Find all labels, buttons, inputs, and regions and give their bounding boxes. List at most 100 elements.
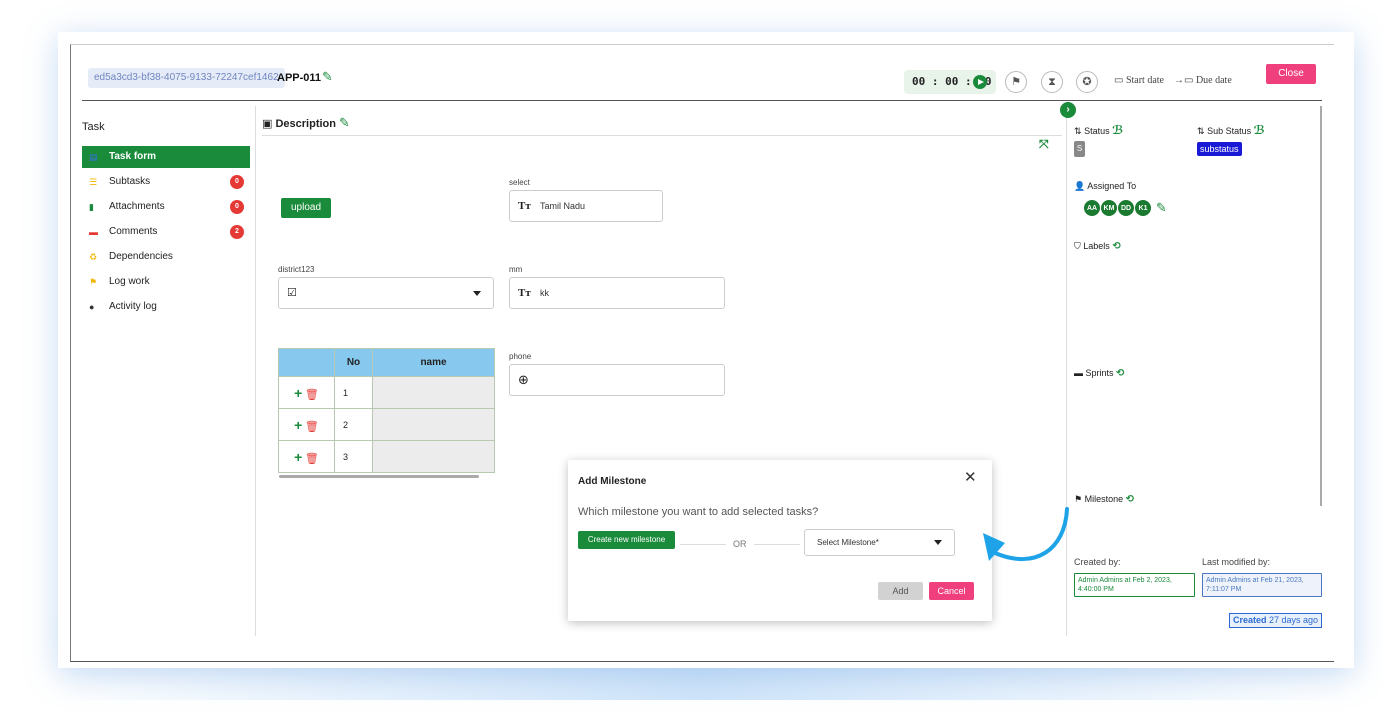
avatar[interactable]: KM: [1100, 199, 1118, 217]
close-button[interactable]: Close: [1266, 64, 1316, 84]
description-divider: [262, 135, 1062, 136]
delete-row-icon[interactable]: 🗑: [305, 389, 319, 401]
comments-count-badge: 2: [230, 225, 244, 239]
sidebar-item-activity-log[interactable]: ● Activity log: [82, 296, 250, 318]
flag-icon: ⚑: [89, 277, 98, 287]
status-label: Status: [1084, 126, 1110, 136]
comment-icon: ▬: [89, 227, 98, 237]
phone-plus-icon: ⊕: [518, 372, 529, 387]
add-row-icon[interactable]: +: [294, 449, 302, 465]
start-date-button[interactable]: ▭ Start date: [1114, 75, 1164, 86]
avatar[interactable]: DD: [1117, 199, 1135, 217]
callout-arrow-icon: [983, 507, 1069, 561]
grid-horizontal-scrollbar[interactable]: [279, 475, 479, 478]
row-name-cell[interactable]: [372, 376, 495, 409]
attachments-count-badge: 0: [230, 200, 244, 214]
hourglass-icon[interactable]: ⧗: [1041, 71, 1063, 93]
grid-header-no: No: [334, 348, 373, 377]
add-row-icon[interactable]: +: [294, 385, 302, 401]
milestone-heading: ⚑ Milestone ⟲: [1074, 494, 1134, 505]
sidebar-item-label: Task form: [109, 151, 157, 162]
delete-row-icon[interactable]: 🗑: [305, 453, 319, 465]
sidebar-item-attachments[interactable]: ▮ Attachments 0: [82, 196, 250, 218]
phone-field[interactable]: ⊕: [509, 364, 725, 396]
close-icon[interactable]: ✕: [964, 468, 977, 486]
description-label: Description: [275, 118, 336, 130]
subtasks-count-badge: 0: [230, 175, 244, 189]
sub-status-badge[interactable]: substatus: [1197, 142, 1242, 156]
milestone-select[interactable]: Select Milestone*: [804, 529, 955, 556]
user-check-icon: 👤: [1074, 181, 1086, 191]
description-heading[interactable]: ▣ Description ✎: [262, 115, 350, 131]
edit-sub-status-icon[interactable]: ℬ: [1254, 123, 1265, 137]
date-arrow: →: [1174, 75, 1184, 86]
add-milestone-modal: Add Milestone ✕ Which milestone you want…: [568, 460, 992, 621]
mm-text-field[interactable]: Tт kk: [509, 277, 725, 309]
created-by-value: Admin Admins at Feb 2, 2023, 4:40:00 PM: [1074, 573, 1195, 597]
flag-settings-icon[interactable]: ⚑: [1005, 71, 1027, 93]
created-ago-value: 27 days ago: [1266, 615, 1319, 625]
upload-button[interactable]: upload: [281, 198, 331, 218]
checklist-icon: ☑: [287, 287, 297, 299]
row-actions: + 🗑: [278, 376, 335, 409]
sidebar-item-label: Attachments: [109, 201, 165, 212]
add-button[interactable]: Add: [878, 582, 923, 600]
calendar-icon: ▭: [1184, 75, 1194, 86]
sidebar-item-comments[interactable]: ▬ Comments 2: [82, 221, 250, 243]
task-code: APP-011: [277, 72, 322, 84]
edit-pencil-icon[interactable]: ✎: [339, 115, 350, 130]
edit-assignees-icon[interactable]: ✎: [1156, 200, 1167, 216]
delete-row-icon[interactable]: 🗑: [305, 421, 319, 433]
due-date-button[interactable]: ▭ Due date: [1184, 75, 1232, 86]
labels-label: Labels: [1083, 241, 1110, 251]
due-date-label: Due date: [1195, 75, 1232, 86]
expand-icon[interactable]: ⤧: [1039, 137, 1049, 152]
sub-status-heading: ⇅ Sub Status ℬ: [1197, 123, 1265, 137]
create-milestone-button[interactable]: Create new milestone: [578, 531, 675, 549]
add-row-icon[interactable]: +: [294, 417, 302, 433]
status-badge[interactable]: S: [1074, 141, 1085, 157]
edit-status-icon[interactable]: ℬ: [1112, 123, 1123, 137]
edit-labels-icon[interactable]: ⟲: [1112, 241, 1120, 252]
assigned-label: Assigned To: [1087, 181, 1137, 191]
modified-by-label: Last modified by:: [1202, 557, 1271, 567]
sidebar-item-task-form[interactable]: ▤ Task form: [82, 146, 250, 168]
assigned-heading: 👤 Assigned To: [1074, 181, 1136, 192]
form-icon: ▤: [89, 152, 98, 162]
task-id-chip[interactable]: ed5a3cd3-bf38-4075-9133-72247cef1462: [88, 68, 285, 88]
modal-question: Which milestone you want to add selected…: [578, 506, 819, 518]
row-no-cell: 3: [334, 440, 373, 473]
play-icon[interactable]: [973, 75, 987, 89]
sidebar-item-dependencies[interactable]: ♻ Dependencies: [82, 246, 250, 268]
mm-field-label: mm: [509, 265, 523, 274]
row-no-cell: 1: [334, 376, 373, 409]
flag-icon: ⚑: [1074, 494, 1083, 504]
created-strong: Created: [1233, 615, 1267, 625]
subtasks-icon: ☰: [89, 177, 98, 187]
sidebar-item-subtasks[interactable]: ☰ Subtasks 0: [82, 171, 250, 193]
phone-field-label: phone: [509, 352, 532, 361]
edit-pencil-icon[interactable]: ✎: [322, 69, 333, 85]
avatar[interactable]: AA: [1083, 199, 1101, 217]
district-dropdown[interactable]: ☑: [278, 277, 494, 309]
row-no-cell: 2: [334, 408, 373, 441]
row-name-cell[interactable]: [372, 440, 495, 473]
right-panel-scrollbar[interactable]: [1320, 106, 1322, 506]
edit-sprints-icon[interactable]: ⟲: [1116, 368, 1124, 379]
avatar[interactable]: K1: [1134, 199, 1152, 217]
sidebar-item-log-work[interactable]: ⚑ Log work: [82, 271, 250, 293]
chevron-down-icon: [473, 291, 481, 296]
district-field-label: district123: [278, 265, 315, 274]
select-field-value: Tamil Nadu: [540, 201, 586, 211]
select-text-field[interactable]: Tт Tamil Nadu: [509, 190, 663, 222]
collapse-panel-icon[interactable]: ›: [1060, 102, 1076, 118]
row-actions: + 🗑: [278, 408, 335, 441]
sidebar-divider: [255, 106, 256, 636]
cancel-button[interactable]: Cancel: [929, 582, 974, 600]
sidebar-item-label: Log work: [109, 276, 150, 287]
chevron-down-icon: [934, 540, 942, 545]
star-circle-icon[interactable]: ✪: [1076, 71, 1098, 93]
modified-by-value: Admin Admins at Feb 21, 2023, 7:11:07 PM: [1202, 573, 1322, 597]
edit-milestone-icon[interactable]: ⟲: [1126, 494, 1134, 505]
row-name-cell[interactable]: [372, 408, 495, 441]
